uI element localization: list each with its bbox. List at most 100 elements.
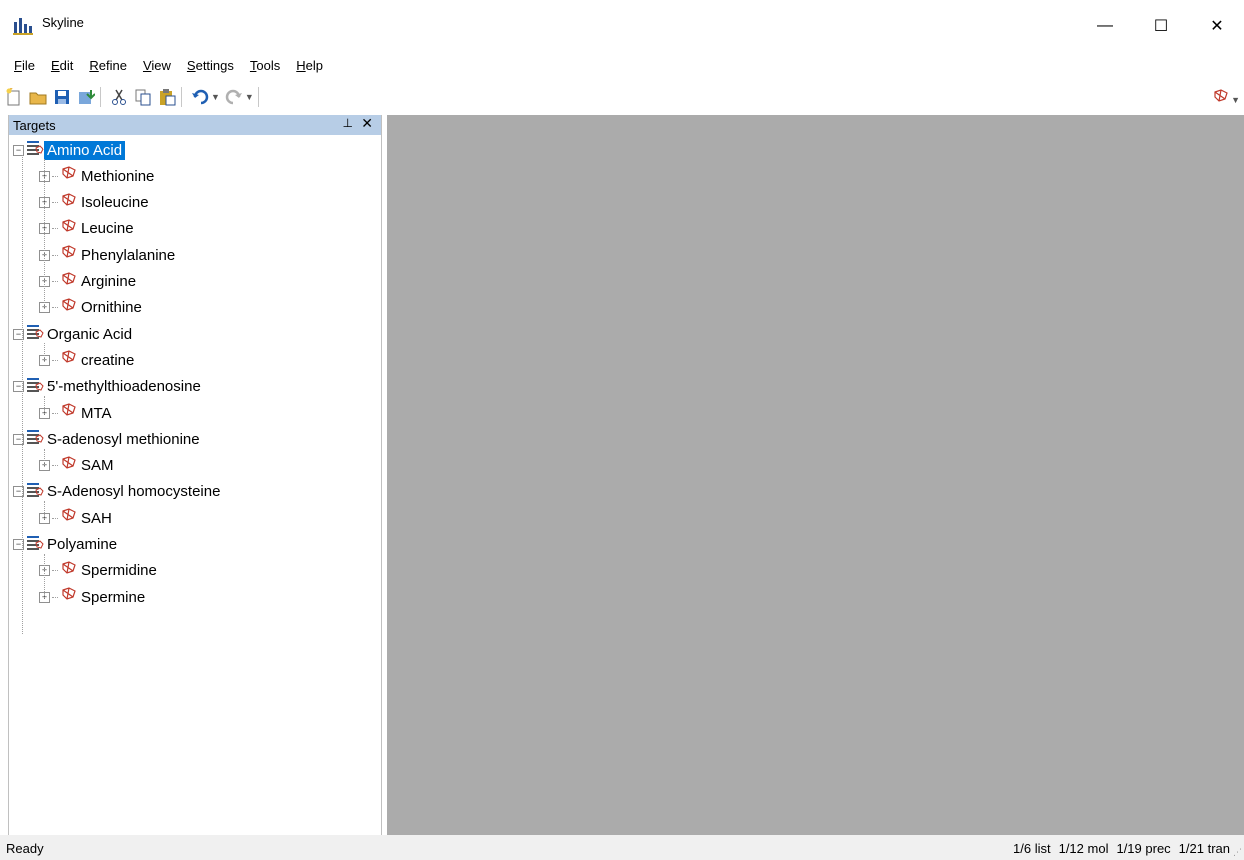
molecule-mode-dropdown-icon[interactable]: ▼ bbox=[1231, 95, 1240, 105]
tree-connector bbox=[52, 228, 58, 230]
toolbar-separator bbox=[257, 87, 259, 107]
tree-group-node[interactable]: − Organic Acid bbox=[13, 321, 135, 347]
status-prec-count: 1/19 prec bbox=[1116, 841, 1171, 856]
undo-dropdown-icon[interactable]: ▼ bbox=[211, 92, 220, 102]
targets-panel-header: Targets ⊥ ✕ bbox=[9, 115, 381, 135]
tree-molecule-node[interactable]: + Leucine bbox=[39, 216, 137, 242]
tree-molecule-node[interactable]: + SAM bbox=[39, 453, 117, 479]
tree-group-node[interactable]: − Amino Acid bbox=[13, 137, 127, 163]
tree-molecule-label: Ornithine bbox=[81, 299, 142, 317]
tree-molecule-node[interactable]: + Spermidine bbox=[39, 558, 160, 584]
molecule-list-icon bbox=[26, 139, 44, 161]
tree-molecule-node[interactable]: + Spermine bbox=[39, 584, 148, 610]
maximize-button[interactable]: ☐ bbox=[1138, 0, 1184, 52]
tree-molecule-node[interactable]: + SAH bbox=[39, 505, 115, 531]
tree-connector bbox=[44, 159, 45, 310]
tree-group-label: Polyamine bbox=[47, 536, 118, 553]
tree-group-node[interactable]: − Polyamine bbox=[13, 532, 120, 558]
tree-connector bbox=[44, 396, 45, 415]
molecule-icon bbox=[60, 244, 78, 266]
tree-connector bbox=[52, 517, 58, 519]
molecule-icon bbox=[60, 297, 78, 319]
menu-edit-rest: dit bbox=[59, 58, 74, 73]
pin-icon[interactable]: ⊥ bbox=[343, 116, 353, 130]
menu-help[interactable]: Help bbox=[288, 52, 331, 80]
menu-file-rest: ile bbox=[21, 58, 35, 73]
tree-molecule-label: Methionine bbox=[81, 167, 155, 185]
paste-icon[interactable] bbox=[157, 87, 177, 107]
molecule-icon bbox=[60, 402, 78, 424]
tree-molecule-label: creatine bbox=[81, 351, 135, 369]
molecule-icon bbox=[60, 218, 78, 240]
molecule-icon bbox=[60, 192, 78, 214]
tree-molecule-node[interactable]: + MTA bbox=[39, 400, 115, 426]
menu-tools[interactable]: Tools bbox=[242, 52, 288, 80]
tree-group-node[interactable]: −5'-methylthioadenosine bbox=[13, 374, 204, 400]
tree-molecule-label: Isoleucine bbox=[81, 194, 149, 212]
tree-connector bbox=[44, 501, 45, 520]
redo-icon[interactable] bbox=[224, 87, 244, 107]
status-counts: 1/6 list 1/12 mol 1/19 prec 1/21 tran bbox=[1013, 841, 1230, 856]
tree-connector bbox=[52, 596, 58, 598]
toolbar-separator bbox=[181, 87, 182, 107]
molecule-list-icon bbox=[26, 481, 44, 503]
molecule-icon bbox=[60, 507, 78, 529]
molecule-icon bbox=[60, 271, 78, 293]
undo-icon[interactable] bbox=[190, 87, 210, 107]
tree-connector bbox=[52, 570, 58, 572]
tree-group-label: Amino Acid bbox=[42, 139, 127, 161]
menu-view[interactable]: View bbox=[135, 52, 179, 80]
menu-settings-mnemonic: S bbox=[186, 58, 196, 73]
tree-molecule-label: Phenylalanine bbox=[81, 246, 176, 264]
tree-molecule-node[interactable]: + creatine bbox=[39, 347, 137, 373]
open-folder-icon[interactable] bbox=[28, 87, 48, 107]
redo-dropdown-icon[interactable]: ▼ bbox=[245, 92, 254, 102]
status-tran-count: 1/21 tran bbox=[1178, 841, 1230, 856]
molecule-list-icon bbox=[26, 534, 44, 556]
tree-connector bbox=[52, 175, 58, 177]
tree-connector bbox=[52, 307, 58, 309]
tree-molecule-node[interactable]: + Ornithine bbox=[39, 295, 145, 321]
window-title: Skyline bbox=[42, 15, 84, 30]
menu-file[interactable]: File bbox=[6, 52, 43, 80]
tree-molecule-label: SAM bbox=[81, 457, 114, 475]
save-icon[interactable] bbox=[52, 87, 72, 107]
status-ready: Ready bbox=[6, 841, 44, 856]
menu-settings-rest: ettings bbox=[195, 58, 234, 73]
cut-icon[interactable] bbox=[109, 87, 129, 107]
molecule-mode-selector[interactable]: ▼ bbox=[1212, 88, 1240, 111]
tree-molecule-node[interactable]: + Phenylalanine bbox=[39, 242, 178, 268]
title-bar: Skyline — ☐ ✕ bbox=[0, 0, 1244, 52]
close-window-button[interactable]: ✕ bbox=[1194, 0, 1240, 52]
menu-view-rest: iew bbox=[151, 58, 171, 73]
close-panel-icon[interactable]: ✕ bbox=[361, 115, 373, 132]
tree-molecule-node[interactable]: + Arginine bbox=[39, 269, 139, 295]
menu-refine[interactable]: Refine bbox=[81, 52, 135, 80]
tree-group-label: S-Adenosyl homocysteine bbox=[47, 483, 221, 501]
collapse-icon[interactable]: − bbox=[13, 144, 24, 156]
menu-edit[interactable]: Edit bbox=[43, 52, 81, 80]
new-document-icon[interactable] bbox=[4, 87, 24, 107]
molecule-icon bbox=[60, 560, 78, 582]
menu-refine-rest: efine bbox=[98, 58, 127, 73]
menu-edit-mnemonic: E bbox=[50, 58, 60, 73]
minimize-button[interactable]: — bbox=[1082, 0, 1128, 52]
copy-icon[interactable] bbox=[133, 87, 153, 107]
molecule-icon bbox=[60, 349, 78, 371]
tree-molecule-label: MTA bbox=[81, 404, 112, 422]
status-bar: Ready 1/6 list 1/12 mol 1/19 prec 1/21 t… bbox=[0, 835, 1244, 860]
tree-connector bbox=[44, 343, 45, 362]
molecule-list-icon bbox=[26, 428, 44, 450]
tree-group-node[interactable]: − S-adenosyl methionine bbox=[13, 426, 203, 452]
molecule-mode-icon bbox=[1212, 88, 1230, 111]
tree-molecule-node[interactable]: + Methionine bbox=[39, 163, 157, 189]
tree-connector bbox=[22, 155, 23, 635]
molecule-list-icon bbox=[26, 376, 44, 398]
menu-settings[interactable]: Settings bbox=[179, 52, 242, 80]
tree-molecule-node[interactable]: + Isoleucine bbox=[39, 190, 152, 216]
import-icon[interactable] bbox=[76, 87, 96, 107]
resize-grip-icon[interactable]: ⋰ bbox=[1233, 847, 1242, 858]
tree-connector bbox=[52, 359, 58, 361]
tree-molecule-label: Leucine bbox=[81, 220, 134, 238]
tree-group-label: S-adenosyl methionine bbox=[47, 430, 200, 448]
